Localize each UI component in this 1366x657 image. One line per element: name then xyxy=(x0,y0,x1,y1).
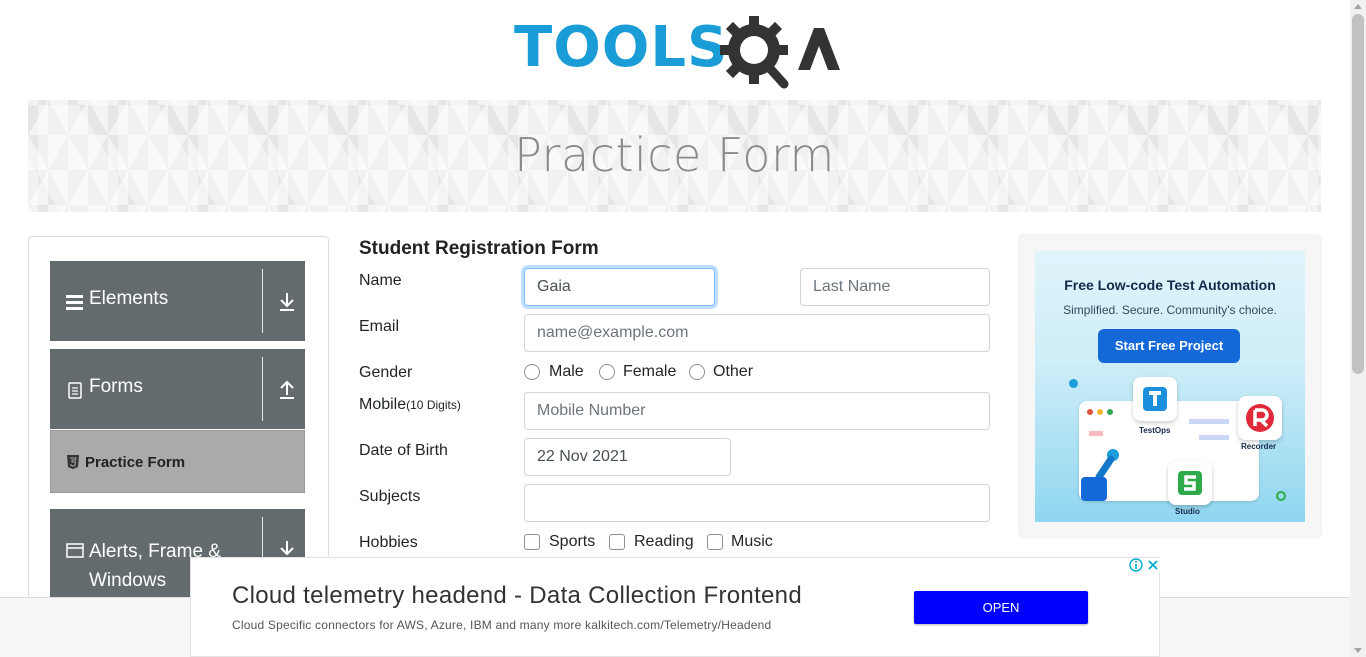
window-icon xyxy=(66,543,84,558)
download-arrow-icon xyxy=(280,293,294,311)
studio-tile xyxy=(1168,461,1212,505)
checkbox-label[interactable]: Sports xyxy=(549,531,595,553)
hobbies-label: Hobbies xyxy=(359,534,418,551)
bottom-ad-subtitle[interactable]: Cloud Specific connectors for AWS, Azure… xyxy=(232,618,771,632)
tile-caption: Studio xyxy=(1175,507,1200,516)
testops-icon xyxy=(1143,387,1167,411)
dot-icon xyxy=(1107,409,1113,415)
robot-arm-icon xyxy=(1081,449,1119,501)
html5-icon xyxy=(67,455,79,469)
recorder-tile xyxy=(1238,396,1282,440)
checkbox-reading[interactable] xyxy=(609,534,625,550)
email-label: Email xyxy=(359,318,400,335)
toolsqa-logo[interactable]: TOOLS xyxy=(514,14,844,94)
divider xyxy=(262,269,263,333)
ad-creative[interactable]: Free Low-code Test Automation Simplified… xyxy=(1035,251,1305,522)
mobile-label: Mobile(10 Digits) xyxy=(359,396,461,414)
subjects-label: Subjects xyxy=(359,488,421,505)
document-icon xyxy=(68,382,82,399)
dot-icon xyxy=(1097,409,1103,415)
form-title: Student Registration Form xyxy=(359,238,599,259)
scroll-up-arrow-icon[interactable] xyxy=(1354,4,1362,9)
gear-magnifier-icon xyxy=(720,16,840,89)
page-title: Practice Form xyxy=(514,128,835,182)
page: TOOLS Practice Form Elements Forms Pract… xyxy=(0,0,1366,657)
bar-icon xyxy=(1199,435,1229,440)
tile-caption: TestOps xyxy=(1139,426,1171,435)
mobile-label-text: Mobile xyxy=(359,396,407,413)
mobile-hint: (10 Digits) xyxy=(406,398,461,412)
radio-label[interactable]: Other xyxy=(713,361,753,383)
sidebar-group-elements[interactable]: Elements xyxy=(50,261,305,341)
divider xyxy=(262,357,263,421)
recorder-icon xyxy=(1246,404,1274,432)
page-banner: Practice Form xyxy=(28,100,1321,212)
sidebar-group-label: Elements xyxy=(89,288,169,309)
hobbies-checkbox-group: Sports Reading Music xyxy=(524,531,824,553)
scrollbar-thumb[interactable] xyxy=(1352,14,1364,374)
ad-subtitle: Simplified. Secure. Community's choice. xyxy=(1063,303,1277,317)
checkbox-label[interactable]: Reading xyxy=(634,531,694,553)
bar-icon xyxy=(1189,419,1229,424)
email-input[interactable] xyxy=(524,314,990,352)
decor-dot-icon xyxy=(1069,379,1078,388)
last-name-input[interactable] xyxy=(800,268,990,306)
checkbox-label[interactable]: Music xyxy=(731,531,773,553)
first-name-input[interactable] xyxy=(524,268,715,306)
open-button[interactable]: OPEN xyxy=(914,591,1088,624)
dob-label: Date of Birth xyxy=(359,442,448,459)
ad-info-icon[interactable] xyxy=(1129,558,1143,572)
vertical-scrollbar[interactable] xyxy=(1350,0,1366,657)
checkbox-sports[interactable] xyxy=(524,534,540,550)
side-advertisement[interactable]: Free Low-code Test Automation Simplified… xyxy=(1020,236,1320,537)
ad-title: Free Low-code Test Automation xyxy=(1064,277,1276,293)
date-of-birth-input[interactable] xyxy=(524,438,731,476)
radio-male[interactable] xyxy=(524,364,540,380)
radio-other[interactable] xyxy=(689,364,705,380)
bottom-advertisement[interactable]: Cloud telemetry headend - Data Collectio… xyxy=(190,557,1160,657)
sidebar-item-label: Practice Form xyxy=(85,454,186,471)
mobile-input[interactable] xyxy=(524,392,990,430)
radio-female[interactable] xyxy=(599,364,615,380)
bar-icon xyxy=(1089,431,1103,436)
start-free-project-button[interactable]: Start Free Project xyxy=(1098,329,1240,363)
logo-text: TOOLS xyxy=(514,15,729,80)
studio-icon xyxy=(1178,471,1202,495)
decor-ring-icon xyxy=(1276,491,1286,501)
close-ad-icon[interactable] xyxy=(1146,558,1160,572)
sidebar-group-label: Forms xyxy=(89,376,143,397)
sidebar-group-forms[interactable]: Forms xyxy=(50,349,305,429)
name-label: Name xyxy=(359,272,402,289)
sidebar-item-practice-form[interactable]: Practice Form xyxy=(50,430,305,493)
checkbox-music[interactable] xyxy=(707,534,723,550)
hamburger-icon xyxy=(66,295,83,310)
scroll-down-arrow-icon[interactable] xyxy=(1354,648,1362,653)
gender-radio-group: Male Female Other xyxy=(524,361,824,383)
radio-label[interactable]: Female xyxy=(623,361,676,383)
radio-label[interactable]: Male xyxy=(549,361,584,383)
subjects-input[interactable] xyxy=(524,484,990,522)
tile-caption: Recorder xyxy=(1241,442,1277,451)
bottom-ad-title[interactable]: Cloud telemetry headend - Data Collectio… xyxy=(232,582,802,610)
dot-icon xyxy=(1087,409,1093,415)
testops-tile xyxy=(1133,377,1177,421)
gender-label: Gender xyxy=(359,364,413,381)
upload-arrow-icon xyxy=(280,380,294,399)
